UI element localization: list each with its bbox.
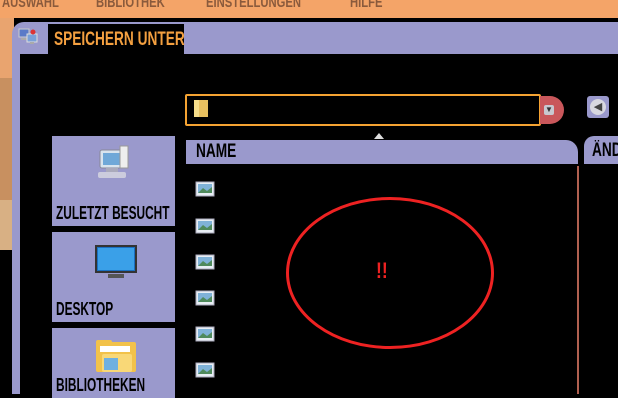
column-header-changed-label: ÄND [592, 140, 618, 161]
recent-places-icon [98, 145, 129, 178]
folder-icon [194, 100, 208, 117]
column-header-name[interactable] [186, 140, 578, 164]
sidebar-item-libraries[interactable]: BIBLIOTHEKEN [52, 328, 175, 398]
highlight-circle [286, 197, 494, 349]
image-file-icon[interactable] [195, 254, 215, 270]
image-file-icon[interactable] [195, 218, 215, 234]
column-header-name-label: NAME [196, 141, 237, 162]
menu-item-einstellungen[interactable]: Einstellungen [206, 0, 301, 11]
back-button[interactable]: ◀ [587, 96, 609, 118]
sidebar-item-label: ZULETZT BESUCHT [56, 203, 170, 223]
menu-item-hilfe[interactable]: Hilfe [350, 0, 383, 11]
sort-arrow-icon [374, 133, 384, 139]
column-divider [577, 166, 579, 394]
sidebar-item-recent[interactable]: ZULETZT BESUCHT [52, 136, 175, 226]
desktop-icon [95, 245, 137, 278]
image-file-icon[interactable] [195, 181, 215, 197]
sidebar-item-desktop[interactable]: DESKTOP [52, 232, 175, 322]
dialog-frame [12, 54, 20, 394]
menu-item-auswahl[interactable]: Auswahl [2, 0, 59, 11]
frame-segment [0, 200, 12, 250]
sidebar-item-label: DESKTOP [56, 299, 114, 319]
computer-icon [18, 28, 38, 44]
warning-marker: !! [376, 258, 388, 283]
image-file-icon[interactable] [195, 362, 215, 378]
menubar: Auswahl Bibliothek Einstellungen Hilfe [0, 0, 618, 18]
sidebar-item-label: BIBLIOTHEKEN [56, 375, 146, 395]
menu-item-bibliothek[interactable]: Bibliothek [96, 0, 165, 11]
frame-segment [0, 78, 12, 200]
back-arrow-icon: ◀ [590, 99, 606, 115]
image-file-icon[interactable] [195, 290, 215, 306]
image-file-icon[interactable] [195, 326, 215, 342]
path-dropdown-button[interactable]: ▼ [540, 96, 564, 124]
sidebar-separator [175, 136, 181, 394]
chevron-down-icon: ▼ [544, 105, 554, 115]
libraries-folder-icon [96, 340, 136, 372]
dialog-title: SPEICHERN UNTER [54, 29, 185, 50]
path-input[interactable] [185, 94, 541, 126]
